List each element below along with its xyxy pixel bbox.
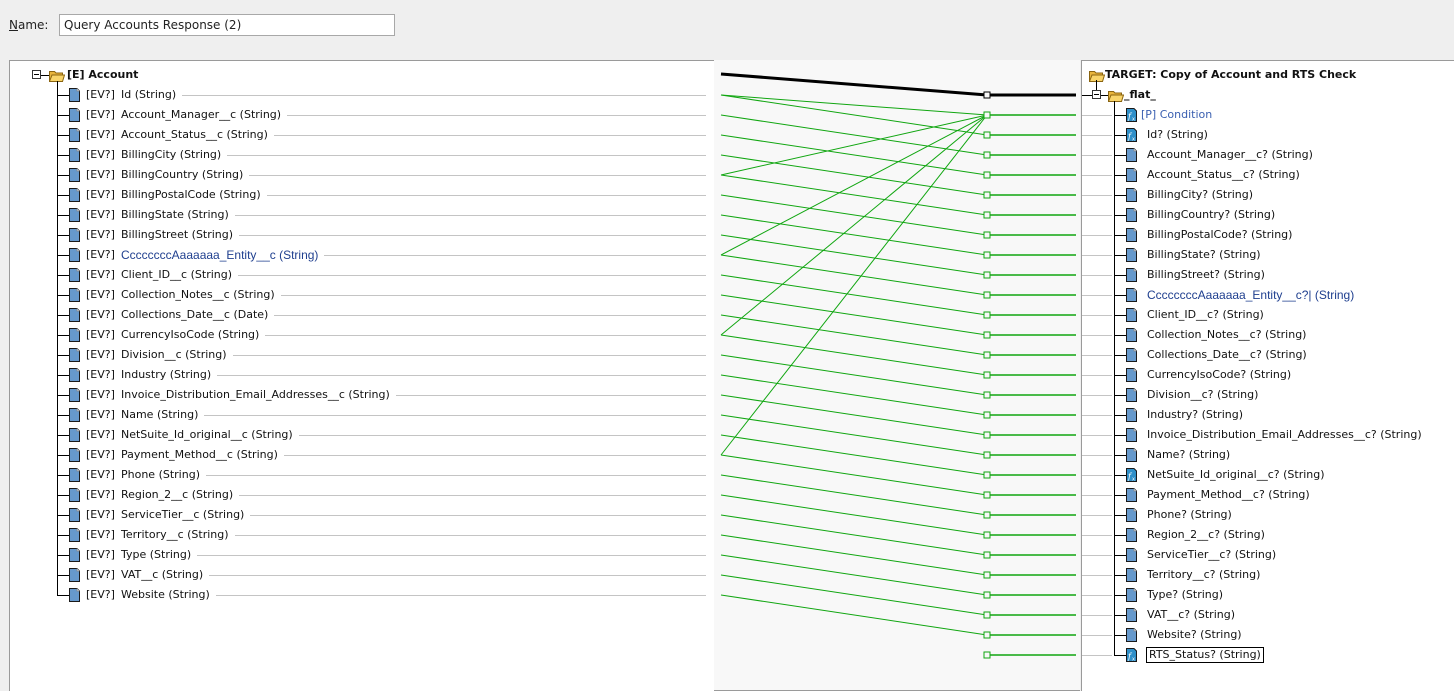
mapping-handle[interactable]	[983, 171, 991, 179]
field-mapping-line[interactable]	[720, 274, 988, 316]
mapping-handle[interactable]	[983, 471, 991, 479]
field-mapping-line[interactable]	[720, 314, 988, 356]
field-mapping-line[interactable]	[720, 554, 988, 596]
mapping-handle[interactable]	[983, 511, 991, 519]
mapping-handle[interactable]	[983, 271, 991, 279]
mapping-handle[interactable]	[983, 411, 991, 419]
mapping-lines	[720, 72, 1076, 659]
mapping-handle[interactable]	[983, 491, 991, 499]
field-mapping-line[interactable]	[720, 354, 988, 396]
field-mapping-line[interactable]	[720, 594, 988, 636]
field-mapping-line[interactable]	[720, 294, 988, 336]
field-mapping-line[interactable]	[720, 194, 988, 236]
root-mapping-handle[interactable]	[983, 91, 991, 99]
mapping-handle[interactable]	[983, 291, 991, 299]
mapping-handle[interactable]	[983, 591, 991, 599]
mapping-handle[interactable]	[983, 331, 991, 339]
mapping-handle[interactable]	[983, 611, 991, 619]
mapping-handle[interactable]	[983, 131, 991, 139]
field-mapping-line[interactable]	[720, 474, 988, 516]
field-mapping-line[interactable]	[720, 234, 988, 276]
field-mapping-line[interactable]	[720, 254, 988, 296]
mapping-handle[interactable]	[983, 151, 991, 159]
field-mapping-line[interactable]	[720, 154, 988, 196]
field-mapping-line[interactable]	[720, 534, 988, 576]
field-mapping-line[interactable]	[720, 214, 988, 256]
field-mapping-line[interactable]	[720, 114, 988, 336]
mapping-handle[interactable]	[983, 111, 991, 119]
field-mapping-line[interactable]	[720, 574, 988, 616]
root-mapping-line[interactable]	[720, 72, 988, 97]
mapping-handle[interactable]	[983, 451, 991, 459]
field-mapping-line[interactable]	[720, 374, 988, 416]
field-mapping-line[interactable]	[720, 414, 988, 456]
mapping-handle[interactable]	[983, 231, 991, 239]
mapping-handle[interactable]	[983, 531, 991, 539]
mapping-handle[interactable]	[983, 311, 991, 319]
field-mapping-line[interactable]	[720, 94, 988, 116]
mapping-handle[interactable]	[983, 571, 991, 579]
field-mapping-line[interactable]	[720, 134, 988, 176]
field-mapping-line[interactable]	[720, 114, 988, 156]
mapping-handle[interactable]	[983, 651, 991, 659]
mapping-handle[interactable]	[983, 431, 991, 439]
mapping-handle[interactable]	[983, 631, 991, 639]
field-mapping-line[interactable]	[720, 494, 988, 536]
field-mapping-line[interactable]	[720, 514, 988, 556]
field-mapping-line[interactable]	[720, 454, 988, 496]
field-mapping-line[interactable]	[720, 174, 988, 216]
field-mapping-line[interactable]	[720, 334, 988, 376]
field-mapping-line[interactable]	[720, 114, 988, 256]
mapping-handle[interactable]	[983, 191, 991, 199]
mapping-handle[interactable]	[983, 211, 991, 219]
mapping-handle[interactable]	[983, 371, 991, 379]
field-mapping-line[interactable]	[720, 434, 988, 476]
field-mapping-line[interactable]	[720, 394, 988, 436]
mapping-handle[interactable]	[983, 391, 991, 399]
mapping-handle[interactable]	[983, 351, 991, 359]
mapping-handle[interactable]	[983, 251, 991, 259]
field-mapping-line[interactable]	[720, 94, 988, 136]
mapping-handle[interactable]	[983, 551, 991, 559]
